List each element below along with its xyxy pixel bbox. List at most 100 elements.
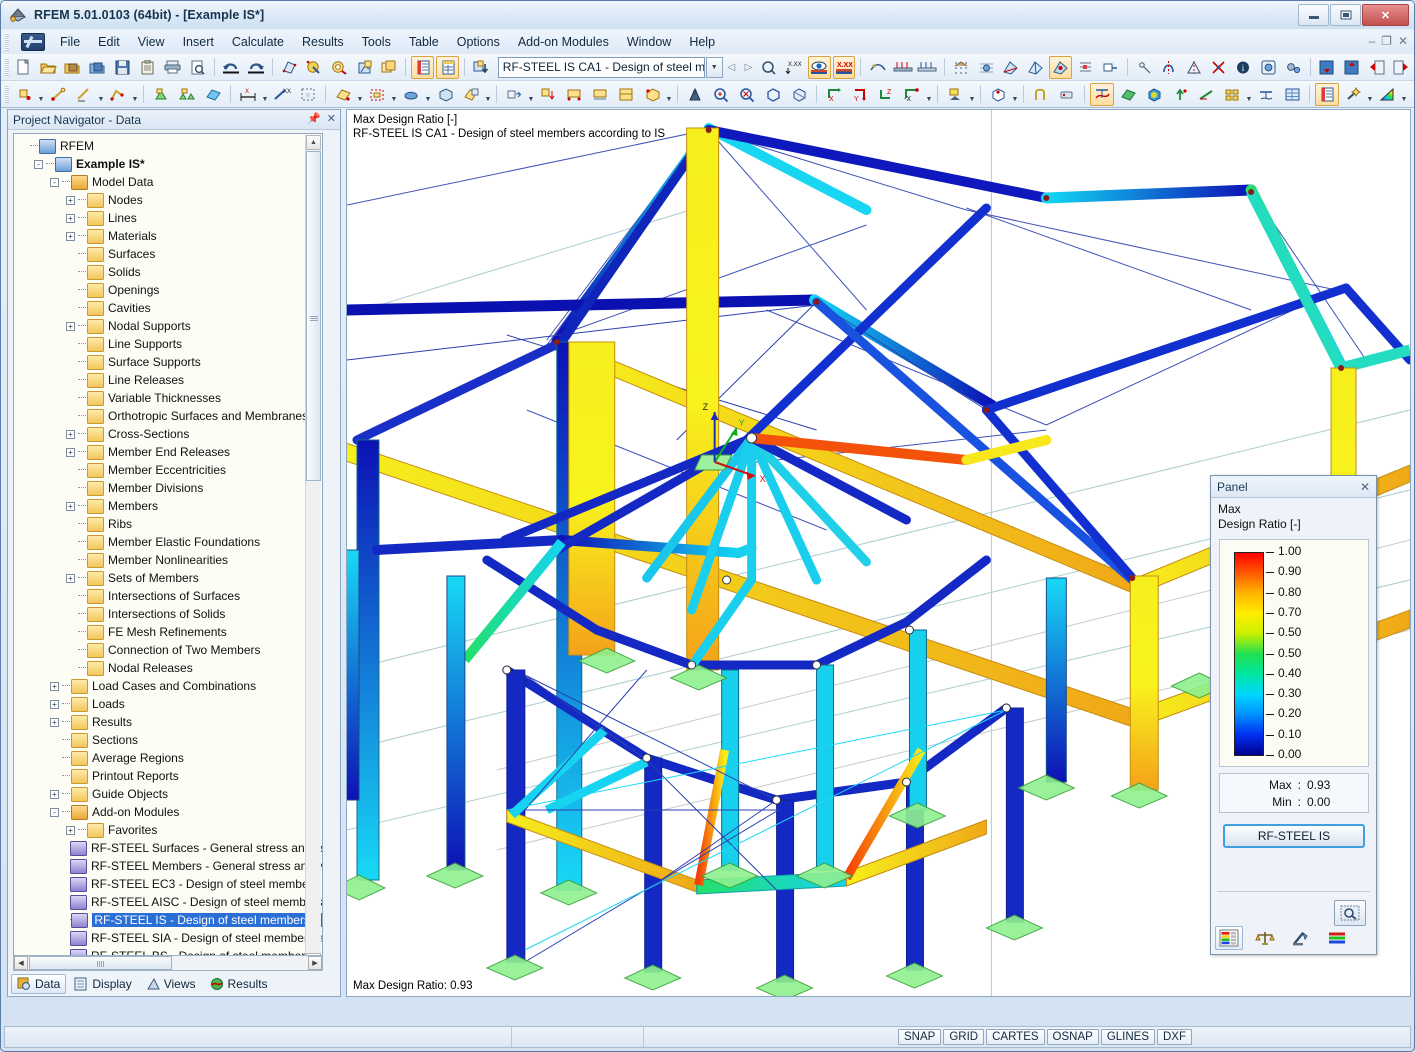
load-free-icon[interactable] bbox=[640, 83, 664, 106]
tree-item-rf-steel-ec3-design-of-steel-members-ac[interactable]: RF-STEEL EC3 - Design of steel members a… bbox=[14, 875, 322, 893]
tree-item-results[interactable]: +Results bbox=[14, 713, 322, 731]
panel-tab-view-section[interactable] bbox=[1287, 926, 1315, 950]
wand-icon[interactable] bbox=[1341, 83, 1365, 106]
result-axis-icon[interactable]: X.XX bbox=[783, 56, 806, 79]
select-window-icon[interactable] bbox=[296, 83, 320, 106]
tree-expander-collapsed[interactable]: + bbox=[50, 700, 59, 709]
view-right-icon[interactable] bbox=[1390, 56, 1413, 79]
load-surface-icon[interactable] bbox=[614, 83, 638, 106]
module-combo[interactable]: RF-STEEL IS CA1 - Design of steel meml bbox=[498, 57, 705, 78]
polyline-dropdown-icon[interactable]: ▼ bbox=[131, 82, 139, 107]
tree-item-cavities[interactable]: Cavities bbox=[14, 299, 322, 317]
tree-item-rf-steel-sia-design-of-steel-members-ac[interactable]: RF-STEEL SIA - Design of steel members a… bbox=[14, 929, 322, 947]
status-toggle-grid[interactable]: GRID bbox=[943, 1029, 984, 1045]
navigator-tab-display[interactable]: Display bbox=[68, 974, 137, 994]
rotate-icon[interactable] bbox=[1133, 56, 1156, 79]
tree-item-rf-steel-aisc-design-of-steel-members-a[interactable]: RF-STEEL AISC - Design of steel members … bbox=[14, 893, 322, 911]
menu-item-tools[interactable]: Tools bbox=[353, 32, 400, 52]
tag-icon[interactable] bbox=[1055, 83, 1079, 106]
tree-item-openings[interactable]: Openings bbox=[14, 281, 322, 299]
navigator-tree[interactable]: RFEM-Example IS*-Model Data+Nodes+Lines+… bbox=[13, 133, 323, 970]
mirror-plane-icon[interactable] bbox=[1182, 56, 1205, 79]
open-folder-icon[interactable] bbox=[37, 56, 60, 79]
undo-icon[interactable] bbox=[220, 56, 243, 79]
panel-tab-filter-bars[interactable] bbox=[1323, 926, 1351, 950]
menu-grip[interactable] bbox=[4, 33, 9, 51]
next-result-icon[interactable]: ▷ bbox=[740, 58, 757, 77]
view-x-icon[interactable]: X bbox=[822, 83, 846, 106]
tree-item-connection-of-two-members[interactable]: Connection of Two Members bbox=[14, 641, 322, 659]
model-viewport[interactable]: X Y Z Max Design Ratio [-] RF-STEEL IS C… bbox=[346, 109, 1411, 997]
redo-icon[interactable] bbox=[244, 56, 267, 79]
menu-item-calculate[interactable]: Calculate bbox=[223, 32, 293, 52]
tree-item-intersections-of-solids[interactable]: Intersections of Solids bbox=[14, 605, 322, 623]
tree-horizontal-scrollbar[interactable]: ◀ ▶ bbox=[13, 955, 323, 971]
navigator-tab-data[interactable]: Data bbox=[11, 974, 66, 994]
menu-item-insert[interactable]: Insert bbox=[174, 32, 223, 52]
tree-item-fe-mesh-refinements[interactable]: FE Mesh Refinements bbox=[14, 623, 322, 641]
tree-expander-collapsed[interactable]: + bbox=[66, 430, 75, 439]
status-toggle-dxf[interactable]: DXF bbox=[1157, 1029, 1192, 1045]
load-node-icon[interactable] bbox=[562, 83, 586, 106]
tree-item-line-releases[interactable]: Line Releases bbox=[14, 371, 322, 389]
print-preview-icon[interactable] bbox=[186, 56, 209, 79]
tree-item-printout-reports[interactable]: Printout Reports bbox=[14, 767, 322, 785]
menu-item-table[interactable]: Table bbox=[400, 32, 448, 52]
area-dropdown-icon[interactable]: ▼ bbox=[390, 82, 398, 107]
tree-vertical-scrollbar[interactable]: ▲ ▼ bbox=[305, 135, 321, 968]
deformation-icon[interactable] bbox=[1090, 83, 1114, 106]
hscroll-thumb[interactable] bbox=[29, 956, 172, 970]
gradient-dropdown-icon[interactable]: ▼ bbox=[1400, 82, 1408, 107]
axes-2-icon[interactable] bbox=[1024, 56, 1047, 79]
tree-item-member-elastic-foundations[interactable]: Member Elastic Foundations bbox=[14, 533, 322, 551]
settings-icon[interactable] bbox=[1257, 56, 1280, 79]
panel-close-icon[interactable]: ✕ bbox=[1360, 480, 1370, 494]
zoom-out-icon[interactable] bbox=[735, 83, 759, 106]
arrow-up-icon[interactable] bbox=[1168, 83, 1192, 106]
tree-item-materials[interactable]: +Materials bbox=[14, 227, 322, 245]
mirror-axis-icon[interactable] bbox=[1157, 56, 1180, 79]
result-table-icon[interactable] bbox=[1280, 83, 1304, 106]
status-toggle-snap[interactable]: SNAP bbox=[898, 1029, 941, 1045]
panel-tab-factors[interactable] bbox=[1251, 926, 1279, 950]
box-rotate-icon[interactable] bbox=[986, 83, 1010, 106]
view-negx-icon[interactable]: -X bbox=[900, 83, 924, 106]
navigator-tab-results[interactable]: Results bbox=[204, 974, 274, 994]
print-icon[interactable] bbox=[161, 56, 184, 79]
section-icon[interactable] bbox=[866, 56, 889, 79]
table-red-icon[interactable] bbox=[411, 56, 434, 79]
tree-item-rfem[interactable]: RFEM bbox=[14, 137, 322, 155]
dimension-dropdown-icon[interactable]: ▼ bbox=[261, 82, 269, 107]
show-results-icon[interactable] bbox=[808, 56, 831, 79]
node-drop-icon[interactable] bbox=[536, 83, 560, 106]
tree-item-nodal-supports[interactable]: +Nodal Supports bbox=[14, 317, 322, 335]
solid-result-icon[interactable] bbox=[1142, 83, 1166, 106]
table-yellow-icon[interactable] bbox=[436, 56, 459, 79]
import-model-icon[interactable] bbox=[86, 56, 109, 79]
mesh-points-icon[interactable] bbox=[950, 56, 973, 79]
tree-expander-collapsed[interactable]: + bbox=[66, 574, 75, 583]
opening-icon[interactable] bbox=[459, 83, 483, 106]
solid-dropdown-icon[interactable]: ▼ bbox=[424, 82, 432, 107]
mdi-restore-button[interactable]: ❐ bbox=[1381, 34, 1392, 48]
tree-item-nodes[interactable]: +Nodes bbox=[14, 191, 322, 209]
tree-item-member-eccentricities[interactable]: Member Eccentricities bbox=[14, 461, 322, 479]
previous-result-icon[interactable]: ◁ bbox=[723, 58, 740, 77]
dimension-icon[interactable]: X bbox=[236, 83, 260, 106]
render-solid-icon[interactable] bbox=[328, 56, 351, 79]
toolbar-grip-1[interactable] bbox=[4, 58, 9, 76]
window-copy-icon[interactable] bbox=[378, 56, 401, 79]
clipboard-icon[interactable] bbox=[136, 56, 159, 79]
menu-item-help[interactable]: Help bbox=[680, 32, 724, 52]
view-y-icon[interactable]: Y bbox=[848, 83, 872, 106]
member-xx-icon[interactable]: XX bbox=[270, 83, 294, 106]
tree-expander-collapsed[interactable]: + bbox=[66, 322, 75, 331]
tree-item-example-is[interactable]: -Example IS* bbox=[14, 155, 322, 173]
tree-expander-collapsed[interactable]: + bbox=[66, 448, 75, 457]
move-icon[interactable] bbox=[1207, 56, 1230, 79]
tree-expander-collapsed[interactable]: + bbox=[66, 214, 75, 223]
axes-3-icon[interactable] bbox=[1049, 56, 1072, 79]
gears-icon[interactable] bbox=[1282, 56, 1305, 79]
support-line-icon[interactable] bbox=[175, 83, 199, 106]
tree-item-model-data[interactable]: -Model Data bbox=[14, 173, 322, 191]
